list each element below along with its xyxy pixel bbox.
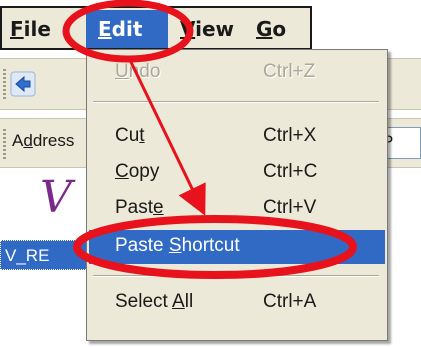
shortcut-label: Ctrl+A [263, 291, 317, 312]
file-icon-logo: V [40, 172, 72, 223]
shortcut-label: Ctrl+Z [263, 61, 316, 82]
menu-separator [93, 101, 379, 103]
menu-item-paste-shortcut[interactable]: Paste Shortcut [89, 230, 385, 264]
edit-menu-dropdown: Undo Ctrl+Z Cut Ctrl+X Copy Ctrl+C Paste… [86, 49, 388, 341]
menu-separator [93, 275, 379, 277]
menu-item-paste[interactable]: Paste Ctrl+V [89, 192, 385, 226]
menu-view[interactable]: View [180, 17, 234, 41]
menu-edit[interactable]: Edit [98, 17, 142, 41]
shortcut-label: Ctrl+V [263, 197, 317, 218]
menu-item-undo[interactable]: Undo Ctrl+Z [89, 56, 385, 90]
menu-item-cut[interactable]: Cut Ctrl+X [89, 120, 385, 154]
back-arrow-icon[interactable] [10, 71, 36, 97]
address-label: Address [12, 131, 75, 150]
shortcut-label: Ctrl+X [263, 125, 317, 146]
menu-go[interactable]: Go [256, 17, 286, 41]
shortcut-label: Ctrl+C [263, 161, 318, 182]
menu-item-select-all[interactable]: Select All Ctrl+A [89, 286, 385, 320]
menu-file[interactable]: File [10, 17, 51, 41]
selected-file-label[interactable]: V_RE [0, 240, 90, 270]
menu-item-copy[interactable]: Copy Ctrl+C [89, 156, 385, 190]
toolbar-grip[interactable] [3, 129, 6, 159]
menu-bar: File Edit View Go [0, 6, 312, 50]
toolbar-grip[interactable] [3, 69, 6, 99]
